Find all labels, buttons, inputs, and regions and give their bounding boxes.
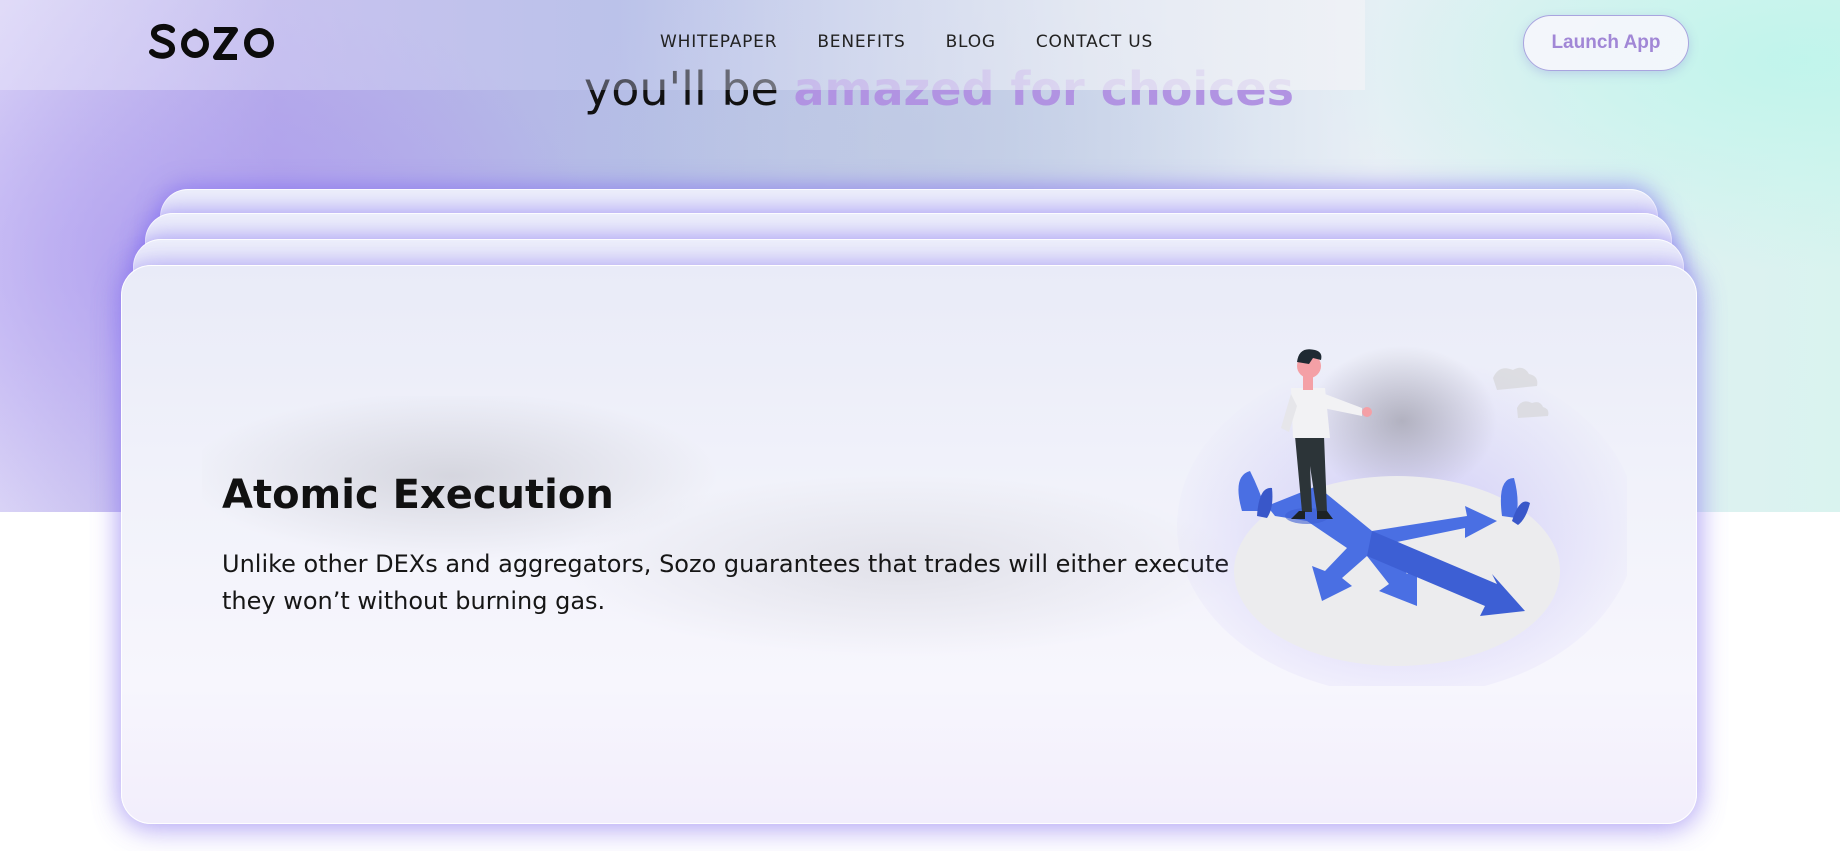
person-at-crossroads-arrows-illustration	[1167, 316, 1637, 696]
nav-link-whitepaper[interactable]: WHITEPAPER	[660, 30, 777, 54]
crossroads-illustration-icon	[1177, 346, 1637, 696]
feature-card: Atomic Execution Unlike other DEXs and a…	[121, 265, 1697, 824]
main-nav: WHITEPAPER BENEFITS BLOG CONTACT US	[660, 30, 1193, 54]
feature-card-title: Atomic Execution	[222, 472, 614, 518]
sozo-logo-icon	[149, 23, 274, 60]
nav-link-benefits[interactable]: BENEFITS	[817, 30, 905, 54]
sozo-logo[interactable]	[148, 20, 278, 64]
nav-link-blog[interactable]: BLOG	[946, 30, 996, 54]
feature-card-description: Unlike other DEXs and aggregators, Sozo …	[222, 550, 1262, 615]
site-header: WHITEPAPER BENEFITS BLOG CONTACT US Laun…	[0, 0, 1840, 90]
launch-app-button[interactable]: Launch App	[1523, 15, 1689, 71]
nav-link-contact-us[interactable]: CONTACT US	[1036, 30, 1153, 54]
